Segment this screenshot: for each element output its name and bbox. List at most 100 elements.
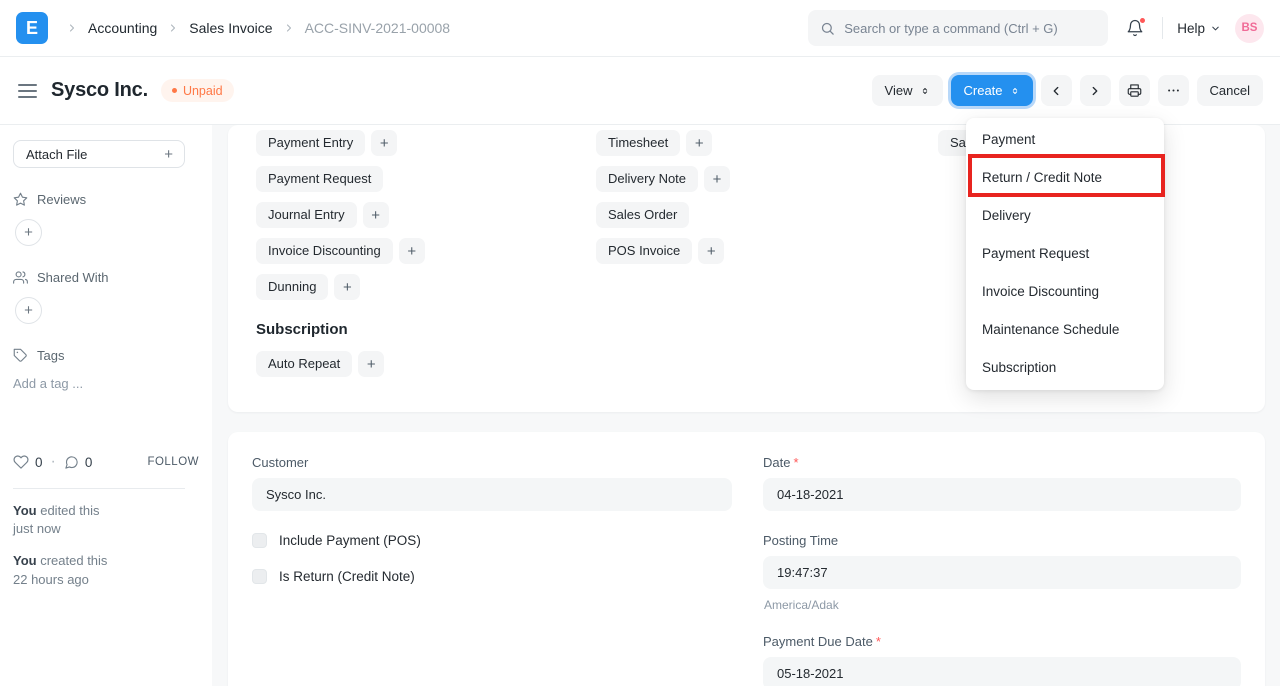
ellipsis-icon xyxy=(1166,83,1181,98)
connection-link[interactable]: Auto Repeat xyxy=(256,351,352,377)
checkbox-label: Include Payment (POS) xyxy=(279,533,421,548)
plus-icon[interactable]: + xyxy=(358,351,384,377)
select-arrows-icon xyxy=(1010,85,1020,97)
header-actions: View Create Cancel xyxy=(872,75,1263,106)
cancel-button[interactable]: Cancel xyxy=(1197,75,1263,106)
connection-row: POS Invoice + xyxy=(596,238,724,264)
plus-icon[interactable]: + xyxy=(334,274,360,300)
form-field: Date xyxy=(763,455,1241,511)
create-menu-item[interactable]: Invoice Discounting xyxy=(966,273,1164,311)
create-dropdown-menu: Payment Return / Credit Note Delivery Pa… xyxy=(966,118,1164,390)
connection-link[interactable]: POS Invoice xyxy=(596,238,692,264)
connection-link[interactable]: Delivery Note xyxy=(596,166,698,192)
breadcrumb: Accounting Sales Invoice ACC-SINV-2021-0… xyxy=(66,20,450,36)
connection-link[interactable]: Sales Order xyxy=(596,202,689,228)
form-column-right: Date Posting Time America/Adak Payment D… xyxy=(763,455,1241,686)
global-search[interactable] xyxy=(808,10,1108,46)
field-label: Date xyxy=(763,455,1241,470)
form-field: Payment Due Date xyxy=(763,634,1241,686)
field-input[interactable] xyxy=(763,657,1241,686)
sidebar-divider xyxy=(13,488,185,489)
menu-ellipsis-button[interactable] xyxy=(1158,75,1189,106)
form-field: Posting Time America/Adak xyxy=(763,533,1241,612)
plus-icon[interactable]: + xyxy=(704,166,730,192)
erpnext-logo[interactable]: E xyxy=(16,12,48,44)
user-avatar[interactable]: BS xyxy=(1235,14,1264,43)
tag-icon xyxy=(13,348,28,363)
comments-count: 0 xyxy=(85,455,93,470)
connection-link[interactable]: Payment Entry xyxy=(256,130,365,156)
reviews-section-label: Reviews xyxy=(13,192,199,207)
customer-field: Customer xyxy=(252,455,732,511)
next-document-button[interactable] xyxy=(1080,75,1111,106)
connection-row: Auto Repeat + xyxy=(256,351,384,377)
add-review-button[interactable]: + xyxy=(15,219,42,246)
customer-input[interactable] xyxy=(252,478,732,511)
connection-row: Timesheet + xyxy=(596,130,712,156)
print-button[interactable] xyxy=(1119,75,1150,106)
connection-row: Invoice Discounting + xyxy=(256,238,425,264)
create-button[interactable]: Create xyxy=(951,75,1033,106)
field-input[interactable] xyxy=(763,478,1241,511)
checkbox[interactable] xyxy=(252,533,267,548)
notification-dot xyxy=(1139,17,1146,24)
notifications-bell-icon[interactable] xyxy=(1122,15,1148,41)
attach-file-button[interactable]: Attach File + xyxy=(13,140,185,168)
search-input[interactable] xyxy=(844,21,1096,36)
chevron-left-icon xyxy=(1049,84,1063,98)
form-column-left: Customer Include Payment (POS) Is Return… xyxy=(252,455,732,686)
chevron-right-icon xyxy=(1088,84,1102,98)
plus-icon[interactable]: + xyxy=(686,130,712,156)
previous-document-button[interactable] xyxy=(1041,75,1072,106)
share-button[interactable]: + xyxy=(15,297,42,324)
shared-with-section-label: Shared With xyxy=(13,270,199,285)
connection-row: Dunning + xyxy=(256,274,360,300)
chevron-right-icon xyxy=(66,22,78,34)
view-button[interactable]: View xyxy=(872,75,943,106)
follow-button[interactable]: FOLLOW xyxy=(147,456,199,468)
connection-link[interactable]: Invoice Discounting xyxy=(256,238,393,264)
create-menu-item[interactable]: Payment xyxy=(966,121,1164,159)
timezone-helper-text: America/Adak xyxy=(764,598,1241,612)
field-input[interactable] xyxy=(763,556,1241,589)
checkbox[interactable] xyxy=(252,569,267,584)
customer-label: Customer xyxy=(252,455,732,470)
create-menu-item[interactable]: Delivery xyxy=(966,197,1164,235)
help-menu[interactable]: Help xyxy=(1177,21,1221,36)
plus-icon[interactable]: + xyxy=(371,130,397,156)
plus-icon[interactable]: + xyxy=(698,238,724,264)
plus-icon[interactable]: + xyxy=(363,202,389,228)
connection-row: Payment Request xyxy=(256,166,383,192)
search-icon xyxy=(820,21,835,36)
sidebar-toggle-icon[interactable] xyxy=(16,80,39,102)
connection-link[interactable]: Journal Entry xyxy=(256,202,357,228)
connections-column-reference: Timesheet + Delivery Note + Sales Order xyxy=(596,130,938,300)
checkbox-row[interactable]: Include Payment (POS) xyxy=(252,533,732,548)
heart-icon[interactable] xyxy=(13,454,29,470)
breadcrumb-item[interactable]: ACC-SINV-2021-00008 xyxy=(283,20,451,36)
breadcrumb-item[interactable]: Sales Invoice xyxy=(167,20,272,36)
connection-link[interactable]: Payment Request xyxy=(256,166,383,192)
connection-link[interactable]: Dunning xyxy=(256,274,328,300)
checkbox-row[interactable]: Is Return (Credit Note) xyxy=(252,569,732,584)
users-icon xyxy=(13,270,28,285)
add-tag-input[interactable]: Add a tag ... xyxy=(13,376,199,391)
navbar-right: Help BS xyxy=(808,10,1264,46)
create-menu-item[interactable]: Payment Request xyxy=(966,235,1164,273)
comment-icon[interactable] xyxy=(64,455,79,470)
breadcrumb-item[interactable]: Accounting xyxy=(66,20,157,36)
chevron-down-icon xyxy=(1210,23,1221,34)
select-arrows-icon xyxy=(920,85,930,97)
connection-row: Journal Entry + xyxy=(256,202,389,228)
create-menu-item[interactable]: Maintenance Schedule xyxy=(966,311,1164,349)
field-label: Payment Due Date xyxy=(763,634,1241,649)
create-menu-item[interactable]: Subscription xyxy=(966,349,1164,387)
connection-row: Delivery Note + xyxy=(596,166,730,192)
plus-icon[interactable]: + xyxy=(399,238,425,264)
connection-link[interactable]: Timesheet xyxy=(596,130,680,156)
printer-icon xyxy=(1127,83,1142,98)
create-menu-item[interactable]: Return / Credit Note xyxy=(966,159,1164,197)
tags-section-label: Tags xyxy=(13,348,199,363)
checkbox-label: Is Return (Credit Note) xyxy=(279,569,415,584)
star-icon xyxy=(13,192,28,207)
